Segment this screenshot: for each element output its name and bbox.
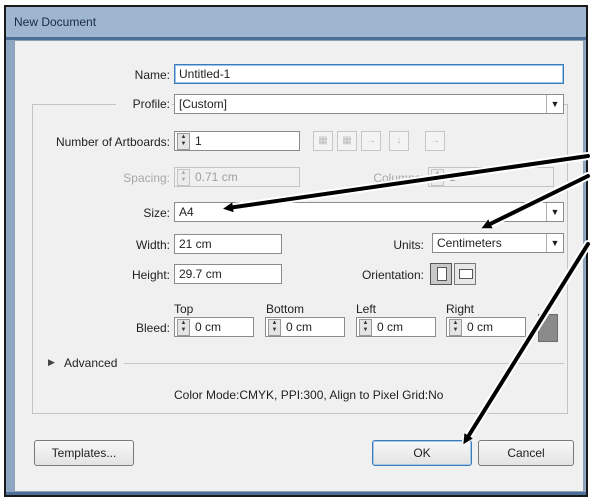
annotation-arrows: [223, 152, 592, 445]
arrow-to-ok: [463, 242, 590, 445]
arrow-to-units: [481, 174, 590, 229]
